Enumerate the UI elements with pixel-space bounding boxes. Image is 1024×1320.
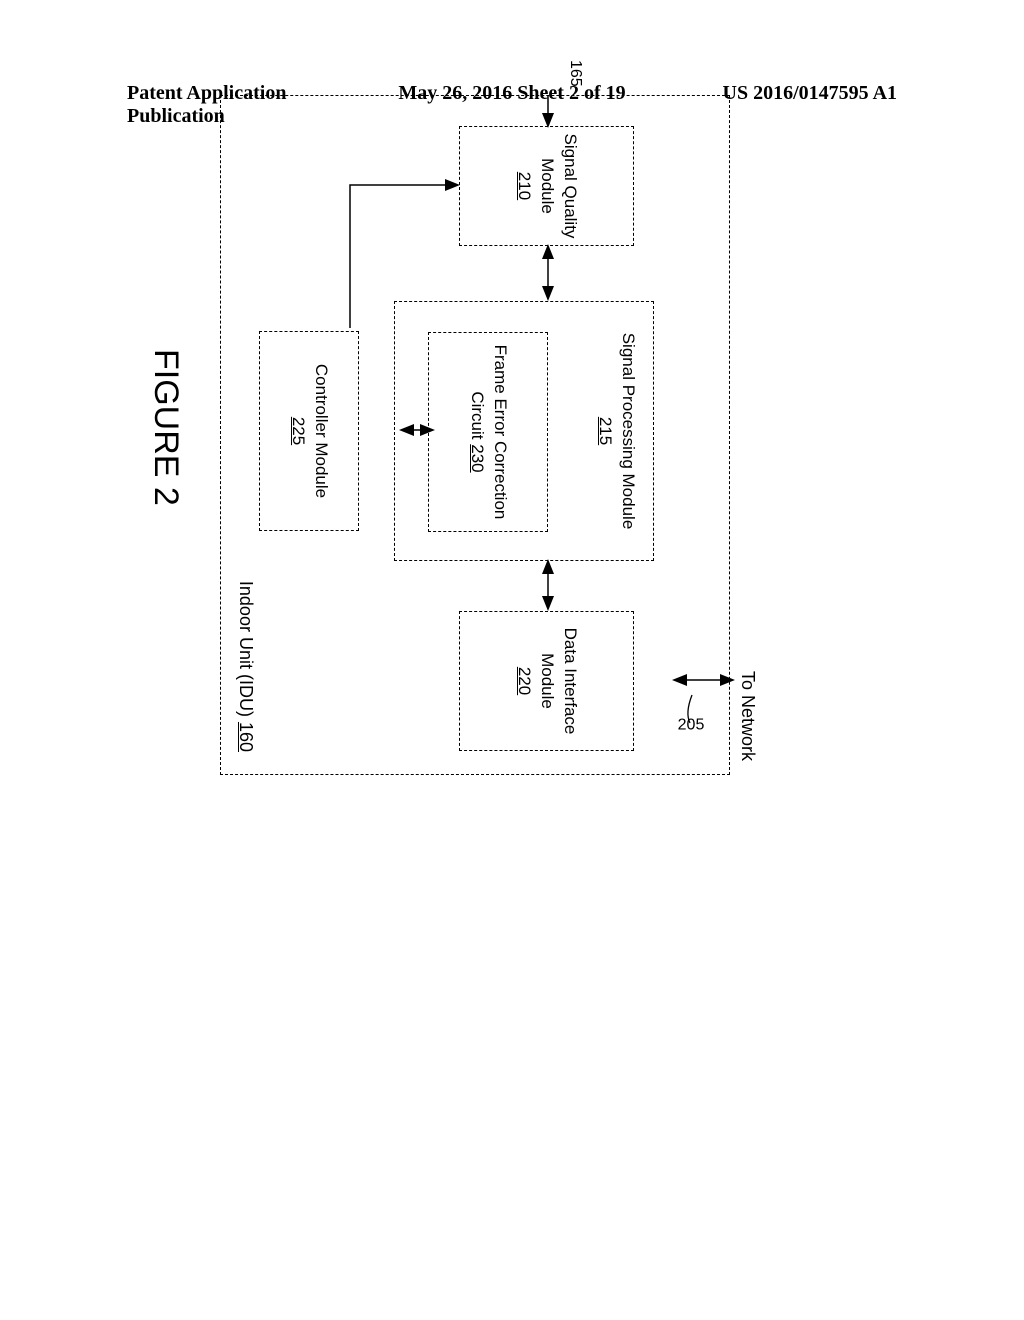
idu-outer-box: Signal Quality Module 210 Signal Process…: [220, 95, 730, 775]
sp-ref: 215: [596, 417, 615, 445]
diagram-inner: To Network Signal Quality Module 210 Sig…: [130, 95, 770, 825]
frame-error-correction-box: Frame Error Correction Circuit 230: [428, 332, 548, 532]
idu-label: Indoor Unit (IDU) 160: [235, 581, 256, 752]
fec-ref: 230: [468, 444, 487, 472]
ref-165-leader-icon: [534, 88, 634, 98]
fec-line2: Circuit: [468, 391, 487, 444]
ref-165-label: 165: [566, 60, 584, 87]
di-line1: Data Interface: [561, 628, 580, 735]
figure-caption: FIGURE 2: [146, 349, 185, 506]
sp-line1: Signal Processing Module: [619, 333, 638, 530]
ref-205-label: 205: [678, 716, 705, 734]
ctrl-line1: Controller Module: [312, 364, 331, 498]
di-ref: 220: [515, 667, 534, 695]
controller-module: Controller Module 225: [259, 331, 359, 531]
idu-text: Indoor Unit (IDU): [236, 581, 256, 722]
to-network-label: To Network: [737, 671, 758, 761]
idu-ref: 160: [236, 722, 256, 752]
diagram-rotated-wrapper: To Network Signal Quality Module 210 Sig…: [170, 140, 730, 780]
signal-quality-module: Signal Quality Module 210: [459, 126, 634, 246]
di-line2: Module: [538, 653, 557, 709]
sq-line1: Signal Quality: [561, 134, 580, 239]
sq-line2: Module: [538, 158, 557, 214]
ctrl-ref: 225: [289, 417, 308, 445]
ctrl-label: Controller Module 225: [286, 364, 332, 498]
sq-ref: 210: [515, 172, 534, 200]
sq-label: Signal Quality Module 210: [512, 134, 581, 239]
sp-label: Signal Processing Module 215: [593, 302, 639, 560]
fec-line1: Frame Error Correction: [491, 345, 510, 520]
fec-label: Frame Error Correction Circuit 230: [465, 345, 511, 520]
data-interface-module: Data Interface Module 220: [459, 611, 634, 751]
signal-processing-module: Signal Processing Module 215 Frame Error…: [394, 301, 654, 561]
di-label: Data Interface Module 220: [512, 628, 581, 735]
